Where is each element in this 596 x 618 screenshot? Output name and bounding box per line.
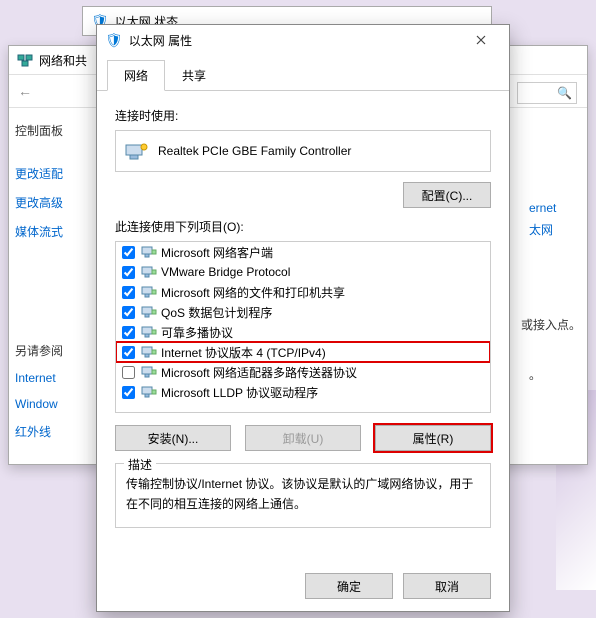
- network-center-icon: [17, 52, 33, 68]
- protocol-icon: [141, 265, 157, 279]
- close-button[interactable]: [461, 28, 501, 52]
- item-checkbox[interactable]: [122, 246, 135, 259]
- bg-right-text-3: 或接入点。: [521, 316, 581, 333]
- bg-search-box[interactable]: 制面板 🔍: [517, 82, 577, 104]
- dialog-title: 以太网 属性: [129, 32, 461, 49]
- adapter-name: Realtek PCIe GBE Family Controller: [158, 144, 351, 158]
- item-label: 可靠多播协议: [161, 324, 233, 341]
- tab-strip: 网络 共享: [97, 59, 509, 91]
- bg-sidebar: 控制面板 更改适配 更改高级 媒体流式 另请参阅 Internet Window…: [9, 108, 81, 446]
- tab-network[interactable]: 网络: [107, 60, 165, 91]
- shield-icon: 🛡: [105, 32, 123, 49]
- sidebar-heading: 控制面板: [15, 116, 81, 145]
- sidebar-see-windows[interactable]: Window: [15, 391, 81, 417]
- components-listbox[interactable]: Microsoft 网络客户端 VMware Bridge Protocol Mic…: [115, 241, 491, 413]
- list-item[interactable]: Microsoft 网络客户端: [116, 242, 490, 262]
- sidebar-item-media[interactable]: 媒体流式: [15, 217, 81, 246]
- item-label: QoS 数据包计划程序: [161, 304, 272, 321]
- item-checkbox[interactable]: [122, 266, 135, 279]
- list-item[interactable]: Microsoft 网络的文件和打印机共享: [116, 282, 490, 302]
- search-icon: 🔍: [557, 86, 572, 100]
- network-adapter-icon: [124, 141, 148, 161]
- list-item[interactable]: VMware Bridge Protocol: [116, 262, 490, 282]
- adapter-box: Realtek PCIe GBE Family Controller: [115, 130, 491, 172]
- description-text: 传输控制协议/Internet 协议。该协议是默认的广域网络协议，用于在不同的相…: [126, 474, 480, 515]
- protocol-icon: [141, 345, 157, 359]
- item-label: Microsoft LLDP 协议驱动程序: [161, 384, 318, 401]
- cancel-button[interactable]: 取消: [403, 573, 491, 599]
- protocol-icon: [141, 285, 157, 299]
- item-checkbox[interactable]: [122, 326, 135, 339]
- connect-using-label: 连接时使用:: [115, 107, 491, 124]
- bg-title: 网络和共: [39, 52, 87, 69]
- item-checkbox[interactable]: [122, 346, 135, 359]
- list-item[interactable]: 可靠多播协议: [116, 322, 490, 342]
- description-title: 描述: [124, 456, 156, 473]
- protocol-icon: [141, 365, 157, 379]
- tab-share[interactable]: 共享: [165, 60, 223, 91]
- install-button[interactable]: 安装(N)...: [115, 425, 231, 451]
- sidebar-see-also: 另请参阅: [15, 336, 81, 365]
- description-group: 描述 传输控制协议/Internet 协议。该协议是默认的广域网络协议，用于在不…: [115, 463, 491, 528]
- item-checkbox[interactable]: [122, 286, 135, 299]
- uses-items-label: 此连接使用下列项目(O):: [115, 218, 491, 235]
- item-label: VMware Bridge Protocol: [161, 265, 290, 279]
- bg-right-link-2[interactable]: 太网: [529, 221, 553, 238]
- list-item[interactable]: Microsoft LLDP 协议驱动程序: [116, 382, 490, 402]
- back-arrow-icon[interactable]: ←: [13, 79, 37, 103]
- item-label: Internet 协议版本 4 (TCP/IPv4): [161, 344, 326, 361]
- bg-right-text-4: 。: [529, 366, 541, 383]
- ethernet-properties-dialog: 🛡 以太网 属性 网络 共享 连接时使用: Realtek PCIe GBE F…: [96, 24, 510, 612]
- dialog-titlebar: 🛡 以太网 属性: [97, 25, 509, 55]
- sidebar-item-adapter[interactable]: 更改适配: [15, 159, 81, 188]
- item-checkbox[interactable]: [122, 306, 135, 319]
- item-checkbox[interactable]: [122, 386, 135, 399]
- protocol-icon: [141, 305, 157, 319]
- uninstall-button: 卸载(U): [245, 425, 361, 451]
- item-label: Microsoft 网络客户端: [161, 244, 273, 261]
- item-label: Microsoft 网络适配器多路传送器协议: [161, 364, 357, 381]
- item-checkbox[interactable]: [122, 366, 135, 379]
- protocol-icon: [141, 325, 157, 339]
- protocol-icon: [141, 245, 157, 259]
- sidebar-item-advanced[interactable]: 更改高级: [15, 188, 81, 217]
- item-label: Microsoft 网络的文件和打印机共享: [161, 284, 345, 301]
- properties-button[interactable]: 属性(R): [375, 425, 491, 451]
- close-icon: [476, 35, 486, 45]
- sidebar-see-internet[interactable]: Internet: [15, 365, 81, 391]
- ok-button[interactable]: 确定: [305, 573, 393, 599]
- sidebar-see-ir[interactable]: 红外线: [15, 417, 81, 446]
- bg-right-link-1[interactable]: ernet: [529, 201, 556, 215]
- configure-button[interactable]: 配置(C)...: [403, 182, 491, 208]
- list-item[interactable]: Internet 协议版本 4 (TCP/IPv4): [116, 342, 490, 362]
- list-item[interactable]: QoS 数据包计划程序: [116, 302, 490, 322]
- protocol-icon: [141, 385, 157, 399]
- list-item[interactable]: Microsoft 网络适配器多路传送器协议: [116, 362, 490, 382]
